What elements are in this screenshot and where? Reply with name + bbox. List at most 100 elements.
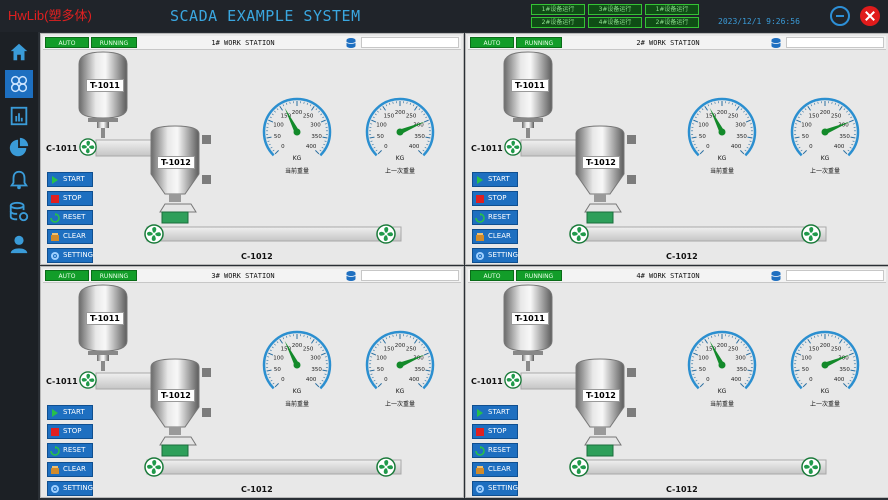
- home-icon[interactable]: [5, 38, 33, 66]
- fan-c1011-icon[interactable]: [504, 138, 522, 160]
- datetime-display: 2023/12/1 9:26:56: [718, 17, 800, 26]
- gauge1-caption: 当前重量: [709, 401, 734, 408]
- stop-button[interactable]: STOP: [47, 424, 93, 439]
- main-content: AUTO RUNNING 1# WORK STATION T-1011 T-10…: [38, 32, 888, 500]
- stop-button[interactable]: STOP: [472, 424, 518, 439]
- dashboard-grid-icon[interactable]: [5, 70, 33, 98]
- station-status-button-3[interactable]: 1#设备运行: [645, 4, 699, 15]
- fan-c1012-right-icon[interactable]: [376, 224, 396, 248]
- gauge2-unit: KG: [395, 155, 405, 162]
- svg-text:200: 200: [395, 343, 406, 349]
- reset-button[interactable]: RESET: [47, 210, 93, 225]
- svg-text:350: 350: [839, 134, 850, 140]
- station-status-button-2[interactable]: 3#设备运行: [588, 4, 642, 15]
- svg-text:50: 50: [802, 134, 809, 140]
- current-weight-gauge: 0 50 100 150 200 250 300 350 400: [681, 327, 763, 397]
- svg-text:400: 400: [306, 377, 317, 383]
- user-icon[interactable]: [5, 230, 33, 258]
- reset-button[interactable]: RESET: [472, 210, 518, 225]
- fan-c1012-right-icon[interactable]: [801, 457, 821, 481]
- fan-c1011-icon[interactable]: [79, 138, 97, 160]
- svg-text:400: 400: [306, 144, 317, 150]
- station-status-button-6[interactable]: 2#设备运行: [645, 17, 699, 28]
- gauge2-unit: KG: [820, 155, 830, 162]
- conveyor-label-c1011: C-1011: [471, 377, 503, 386]
- tank-label-t1012: T-1012: [157, 156, 195, 169]
- svg-text:400: 400: [731, 377, 742, 383]
- conveyor-label-c1011: C-1011: [46, 144, 78, 153]
- fan-c1012-left-icon[interactable]: [144, 224, 164, 248]
- conveyor-label-c1012: C-1012: [241, 252, 273, 261]
- setting-button[interactable]: SETTING: [472, 481, 518, 496]
- current-weight-gauge: 0 50 100 150 200 250 300 350 400: [681, 94, 763, 164]
- clear-button[interactable]: CLEAR: [47, 462, 93, 477]
- stop-button[interactable]: STOP: [472, 191, 518, 206]
- svg-text:250: 250: [728, 113, 739, 119]
- svg-text:300: 300: [735, 122, 746, 128]
- sidebar: [0, 32, 38, 500]
- svg-text:400: 400: [409, 377, 420, 383]
- tank-label-t1011: T-1011: [86, 312, 124, 325]
- conveyor-label-c1011: C-1011: [46, 377, 78, 386]
- app-title: SCADA EXAMPLE SYSTEM: [170, 7, 361, 25]
- station-status-button-5[interactable]: 4#设备运行: [588, 17, 642, 28]
- fan-c1011-icon[interactable]: [79, 371, 97, 393]
- start-button[interactable]: START: [47, 405, 93, 420]
- pie-chart-icon[interactable]: [5, 134, 33, 162]
- database-settings-icon[interactable]: [5, 198, 33, 226]
- setting-button[interactable]: SETTING: [472, 248, 518, 263]
- svg-text:50: 50: [699, 134, 706, 140]
- fan-c1012-right-icon[interactable]: [376, 457, 396, 481]
- svg-text:0: 0: [384, 377, 388, 383]
- work-station-panel-2: AUTO RUNNING 2# WORK STATION T-1011 T-10…: [465, 33, 888, 265]
- svg-text:0: 0: [809, 144, 813, 150]
- valve-indicator-upper: [627, 368, 636, 377]
- gauge2-unit: KG: [395, 388, 405, 395]
- svg-text:350: 350: [311, 367, 322, 373]
- svg-text:0: 0: [384, 144, 388, 150]
- fan-c1012-left-icon[interactable]: [569, 224, 589, 248]
- work-station-panel-4: AUTO RUNNING 4# WORK STATION T-1011 T-10…: [465, 266, 888, 498]
- start-button[interactable]: START: [472, 172, 518, 187]
- fan-c1012-right-icon[interactable]: [801, 224, 821, 248]
- start-button[interactable]: START: [47, 172, 93, 187]
- tank-label-t1011: T-1011: [511, 79, 549, 92]
- svg-text:300: 300: [735, 355, 746, 361]
- svg-text:100: 100: [273, 355, 284, 361]
- fan-c1012-left-icon[interactable]: [569, 457, 589, 481]
- svg-text:350: 350: [736, 367, 747, 373]
- fan-c1011-icon[interactable]: [504, 371, 522, 393]
- svg-text:100: 100: [698, 122, 709, 128]
- close-button[interactable]: [860, 6, 880, 26]
- svg-text:50: 50: [274, 367, 281, 373]
- valve-indicator-lower: [627, 175, 636, 184]
- svg-text:100: 100: [698, 355, 709, 361]
- start-button[interactable]: START: [472, 405, 518, 420]
- svg-text:50: 50: [377, 367, 384, 373]
- setting-button[interactable]: SETTING: [47, 248, 93, 263]
- svg-text:100: 100: [273, 122, 284, 128]
- reset-button[interactable]: RESET: [472, 443, 518, 458]
- station-status-button-4[interactable]: 2#设备运行: [531, 17, 585, 28]
- clear-button[interactable]: CLEAR: [472, 462, 518, 477]
- svg-text:250: 250: [831, 113, 842, 119]
- svg-text:200: 200: [820, 110, 831, 116]
- stop-button[interactable]: STOP: [47, 191, 93, 206]
- reset-button[interactable]: RESET: [47, 443, 93, 458]
- valve-indicator-upper: [202, 135, 211, 144]
- valve-indicator-upper: [627, 135, 636, 144]
- fan-c1012-left-icon[interactable]: [144, 457, 164, 481]
- gauge2-caption: 上一次重量: [809, 168, 840, 175]
- alarm-bell-icon[interactable]: [5, 166, 33, 194]
- minimize-button[interactable]: [830, 6, 850, 26]
- gauge2-unit: KG: [820, 388, 830, 395]
- clear-button[interactable]: CLEAR: [47, 229, 93, 244]
- app-logo: HwLib(塑多体): [8, 8, 92, 23]
- station-status-button-1[interactable]: 1#设备运行: [531, 4, 585, 15]
- clear-button[interactable]: CLEAR: [472, 229, 518, 244]
- setting-button[interactable]: SETTING: [47, 481, 93, 496]
- report-icon[interactable]: [5, 102, 33, 130]
- gauge1-caption: 当前重量: [284, 401, 309, 408]
- work-station-panel-3: AUTO RUNNING 3# WORK STATION T-1011 T-10…: [40, 266, 464, 498]
- valve-indicator-lower: [202, 408, 211, 417]
